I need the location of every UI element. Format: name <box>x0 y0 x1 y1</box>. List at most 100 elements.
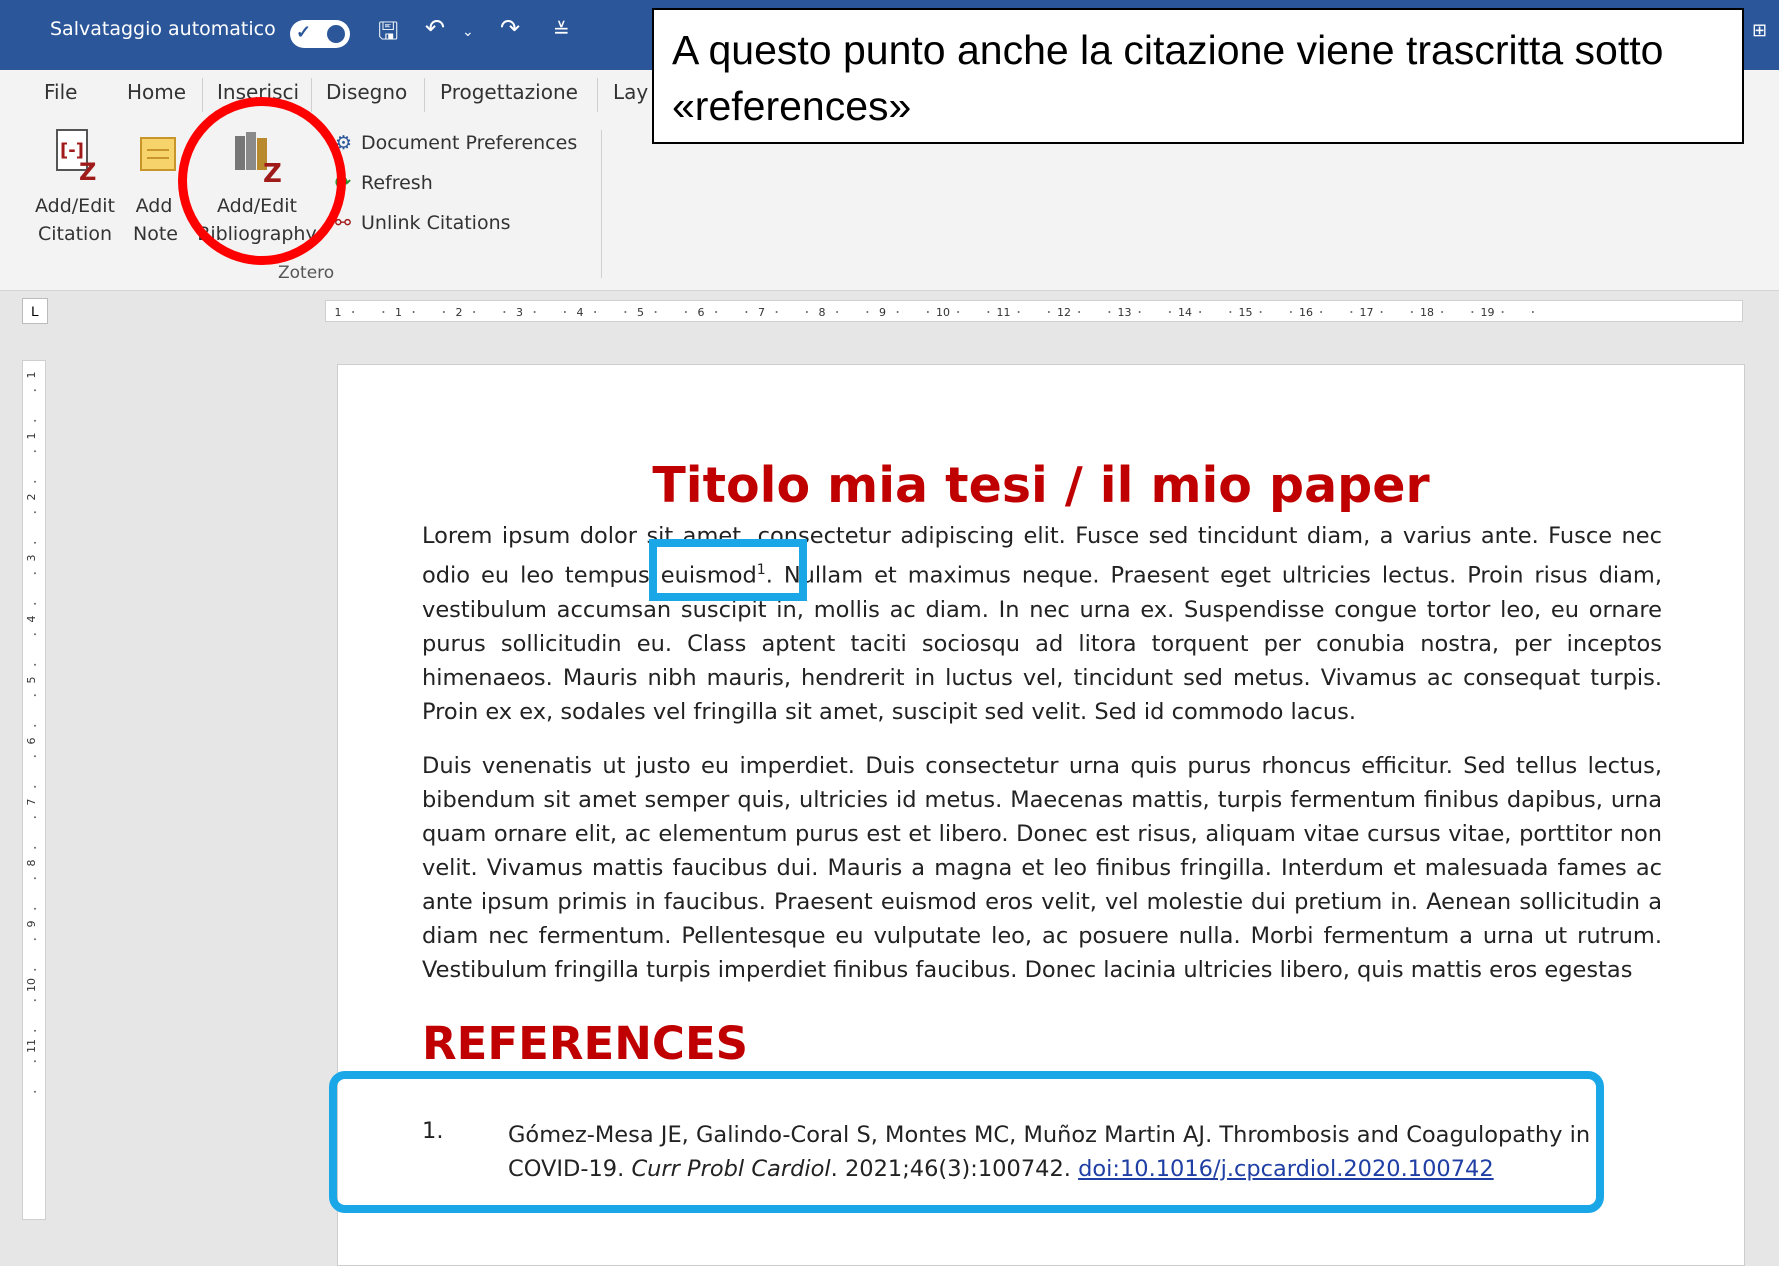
ruler-tick <box>34 602 36 605</box>
save-icon[interactable]: 🖫 <box>378 14 398 55</box>
ruler-tick <box>34 450 36 453</box>
ruler-tick <box>34 663 36 666</box>
refresh-button[interactable]: ⟳ Refresh <box>335 172 433 194</box>
reference-highlight-box <box>329 1071 1604 1213</box>
ruler-label: 9 <box>25 921 38 928</box>
undo-dropdown-icon[interactable]: ⌄ <box>462 24 474 40</box>
autosave-label: Salvataggio automatico <box>50 18 276 40</box>
ruler-tick <box>34 877 36 880</box>
ruler-label: 17 <box>1360 306 1374 319</box>
ruler-tick <box>503 311 506 313</box>
vertical-ruler[interactable]: 1 1 2 3 4 5 6 7 8 9 10 11 <box>22 360 46 1220</box>
tab-layout[interactable]: Lay <box>613 80 648 104</box>
ruler-tick <box>684 311 687 313</box>
toggle-knob <box>327 25 345 43</box>
ruler-label: 8 <box>25 860 38 867</box>
ruler-tick <box>382 311 385 313</box>
ruler-label: 10 <box>25 978 38 992</box>
ruler-tick <box>1380 311 1383 313</box>
document-preferences-button[interactable]: ⚙ Document Preferences <box>335 132 577 154</box>
ruler-tick <box>34 816 36 819</box>
ruler-label: 4 <box>577 306 584 319</box>
ribbon-display-icon[interactable]: ⊞ <box>1752 20 1767 41</box>
ruler-label: 6 <box>25 738 38 745</box>
ruler-tick <box>654 311 657 313</box>
ruler-label: 4 <box>25 616 38 623</box>
ruler-tick <box>34 389 36 392</box>
annotation-callout: A questo punto anche la citazione viene … <box>652 8 1744 144</box>
ruler-tick <box>1531 311 1534 313</box>
ruler-tick <box>34 755 36 758</box>
note-icon <box>140 137 176 171</box>
tab-separator <box>311 78 312 112</box>
citation-highlight-box <box>649 539 807 601</box>
ruler-tick <box>1441 311 1444 313</box>
ruler-label: 9 <box>879 306 886 319</box>
paragraph-2: Duis venenatis ut justo eu imperdiet. Du… <box>422 753 1662 983</box>
document-title: Titolo mia tesi / il mio paper <box>652 457 1430 514</box>
ruler-label: 6 <box>698 306 705 319</box>
ruler-tick <box>34 572 36 575</box>
horizontal-ruler[interactable]: 1 1 2 3 4 5 6 7 8 9 10 11 12 13 14 15 16 17 18 19 <box>325 300 1743 322</box>
ruler-tick <box>1078 311 1081 313</box>
citation-icon: [-] Z <box>56 129 96 186</box>
ruler-tick <box>34 938 36 941</box>
ruler-tick <box>1501 311 1504 313</box>
ruler-label: 3 <box>25 555 38 562</box>
highlight-circle <box>178 97 346 265</box>
ruler-tick <box>926 311 929 313</box>
ruler-tick <box>34 999 36 1002</box>
ruler-tick <box>1410 311 1413 313</box>
ruler-label: 8 <box>819 306 826 319</box>
ruler-label: 15 <box>1239 306 1253 319</box>
ruler-label: 1 <box>395 306 402 319</box>
ruler-label: 7 <box>25 799 38 806</box>
tab-separator <box>424 78 425 112</box>
ruler-tick <box>866 311 869 313</box>
tab-selector[interactable]: L <box>22 298 48 324</box>
add-edit-citation-label: Add/Edit Citation <box>35 195 115 245</box>
ruler-tick <box>624 311 627 313</box>
ruler-label: 11 <box>25 1039 38 1053</box>
ruler-tick <box>987 311 990 313</box>
ruler-label: 1 <box>25 372 38 379</box>
ruler-tick <box>34 694 36 697</box>
ruler-tick <box>34 785 36 788</box>
ruler-tick <box>533 311 536 313</box>
ruler-tick <box>896 311 899 313</box>
ruler-tick <box>1229 311 1232 313</box>
ruler-tick <box>34 419 36 422</box>
unlink-citations-button[interactable]: ⚯ Unlink Citations <box>335 212 511 234</box>
group-separator <box>601 130 602 278</box>
ruler-label: 7 <box>758 306 765 319</box>
add-note-button[interactable]: Add Note <box>133 128 185 248</box>
ruler-tick <box>1017 311 1020 313</box>
ruler-label: 10 <box>936 306 950 319</box>
tab-separator <box>597 78 598 112</box>
ruler-tick <box>1471 311 1474 313</box>
ruler-tick <box>412 311 415 313</box>
ruler-tick <box>715 311 718 313</box>
ruler-tick <box>745 311 748 313</box>
undo-icon[interactable]: ↶ <box>425 14 445 42</box>
autosave-toggle[interactable]: ✓ <box>290 20 350 48</box>
customize-toolbar-icon[interactable]: ≚ <box>553 18 570 42</box>
ruler-tick <box>34 511 36 514</box>
tab-home[interactable]: Home <box>127 80 186 104</box>
ruler-tick <box>34 907 36 910</box>
ruler-tick <box>1047 311 1050 313</box>
tab-file[interactable]: File <box>44 80 77 104</box>
ruler-label: 3 <box>516 306 523 319</box>
ruler-tick <box>34 541 36 544</box>
ruler-label: 2 <box>25 494 38 501</box>
zotero-group-label: Zotero <box>278 263 335 283</box>
add-edit-citation-button[interactable]: [-] Z Add/Edit Citation <box>28 128 122 248</box>
ruler-label: 5 <box>637 306 644 319</box>
redo-icon[interactable]: ↷ <box>500 14 520 42</box>
ruler-tick <box>805 311 808 313</box>
ruler-label: 19 <box>1481 306 1495 319</box>
ruler-tick <box>1259 311 1262 313</box>
tab-progettazione[interactable]: Progettazione <box>440 80 578 104</box>
ruler-tick <box>34 1060 36 1063</box>
tab-disegno[interactable]: Disegno <box>326 80 407 104</box>
